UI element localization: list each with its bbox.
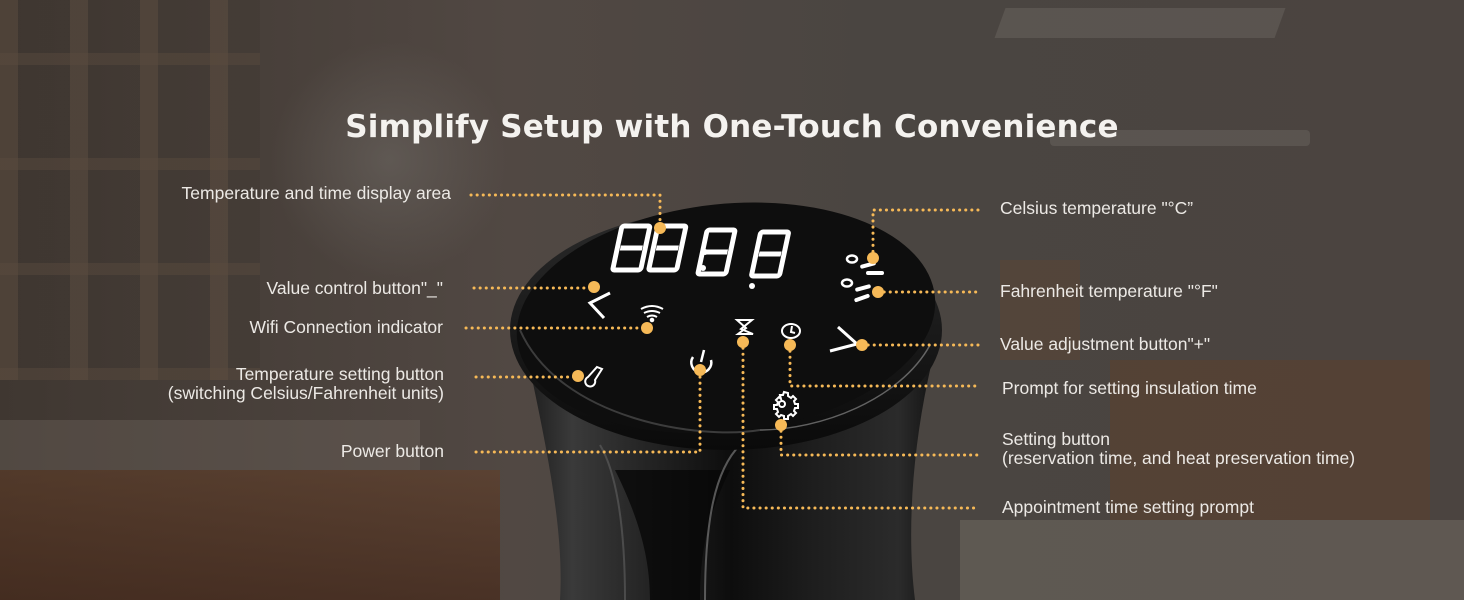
dot-power <box>694 364 706 376</box>
connector-display-area <box>469 193 662 228</box>
dot-fahrenheit <box>872 286 884 298</box>
dot-temp-setting <box>572 370 584 382</box>
dot-wifi <box>641 322 653 334</box>
label-temp-setting: Temperature setting button (switching Ce… <box>167 364 444 403</box>
label-value-plus: Value adjustment button"+" <box>1000 334 1211 354</box>
connector-insulation <box>788 343 980 388</box>
label-value-minus: Value control button"_" <box>266 278 443 298</box>
dot-insulation <box>784 339 796 351</box>
dot-appointment <box>737 336 749 348</box>
dot-setting <box>775 419 787 431</box>
label-display-area: Temperature and time display area <box>181 183 451 203</box>
label-appointment: Appointment time setting prompt <box>1002 497 1254 517</box>
label-wifi: Wifi Connection indicator <box>249 317 443 337</box>
connector-power <box>474 368 702 454</box>
label-power: Power button <box>340 441 444 461</box>
dot-celsius <box>867 252 879 264</box>
label-insulation: Prompt for setting insulation time <box>1002 378 1257 398</box>
label-fahrenheit: Fahrenheit temperature "°F" <box>1000 281 1218 301</box>
dot-value-minus <box>588 281 600 293</box>
label-celsius: Celsius temperature "°C” <box>1000 198 1194 218</box>
label-setting: Setting button (reservation time, and he… <box>1002 429 1356 468</box>
connector-celsius <box>871 208 980 260</box>
connector-setting <box>779 423 980 457</box>
dot-display-area <box>654 222 666 234</box>
dot-value-plus <box>856 339 868 351</box>
